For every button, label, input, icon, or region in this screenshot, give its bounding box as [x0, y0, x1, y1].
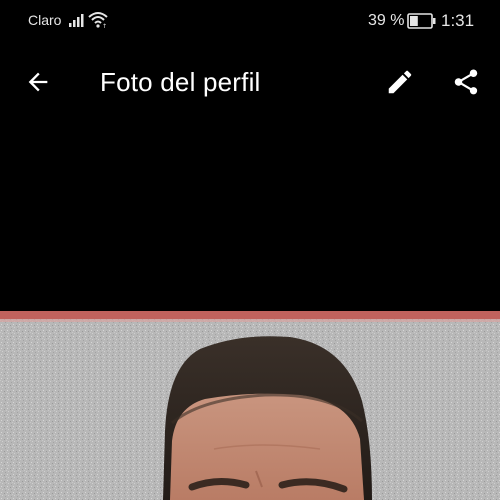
profile-photo-image [0, 311, 500, 500]
back-button[interactable] [18, 62, 58, 102]
edit-pencil-icon [388, 70, 412, 94]
status-bar: Claro ↑↓ 39 % 1:31 [0, 0, 500, 42]
share-icon [454, 69, 478, 95]
page-title: Foto del perfil [100, 67, 261, 97]
profile-photo-screen: Claro ↑↓ 39 % 1:31 Foto del perf [0, 0, 500, 500]
app-bar: Foto del perfil [0, 42, 500, 122]
svg-text:↑↓: ↑↓ [102, 23, 108, 29]
battery-icon [407, 13, 436, 29]
share-button[interactable] [446, 62, 486, 102]
clock: 1:31 [441, 11, 475, 30]
edit-button[interactable] [380, 62, 420, 102]
signal-icon [69, 14, 84, 27]
back-arrow-icon [28, 72, 48, 92]
carrier-name: Claro [28, 12, 62, 28]
battery-percent: 39 % [368, 12, 405, 29]
wifi-icon: ↑↓ [88, 12, 108, 29]
profile-photo[interactable] [0, 311, 500, 500]
